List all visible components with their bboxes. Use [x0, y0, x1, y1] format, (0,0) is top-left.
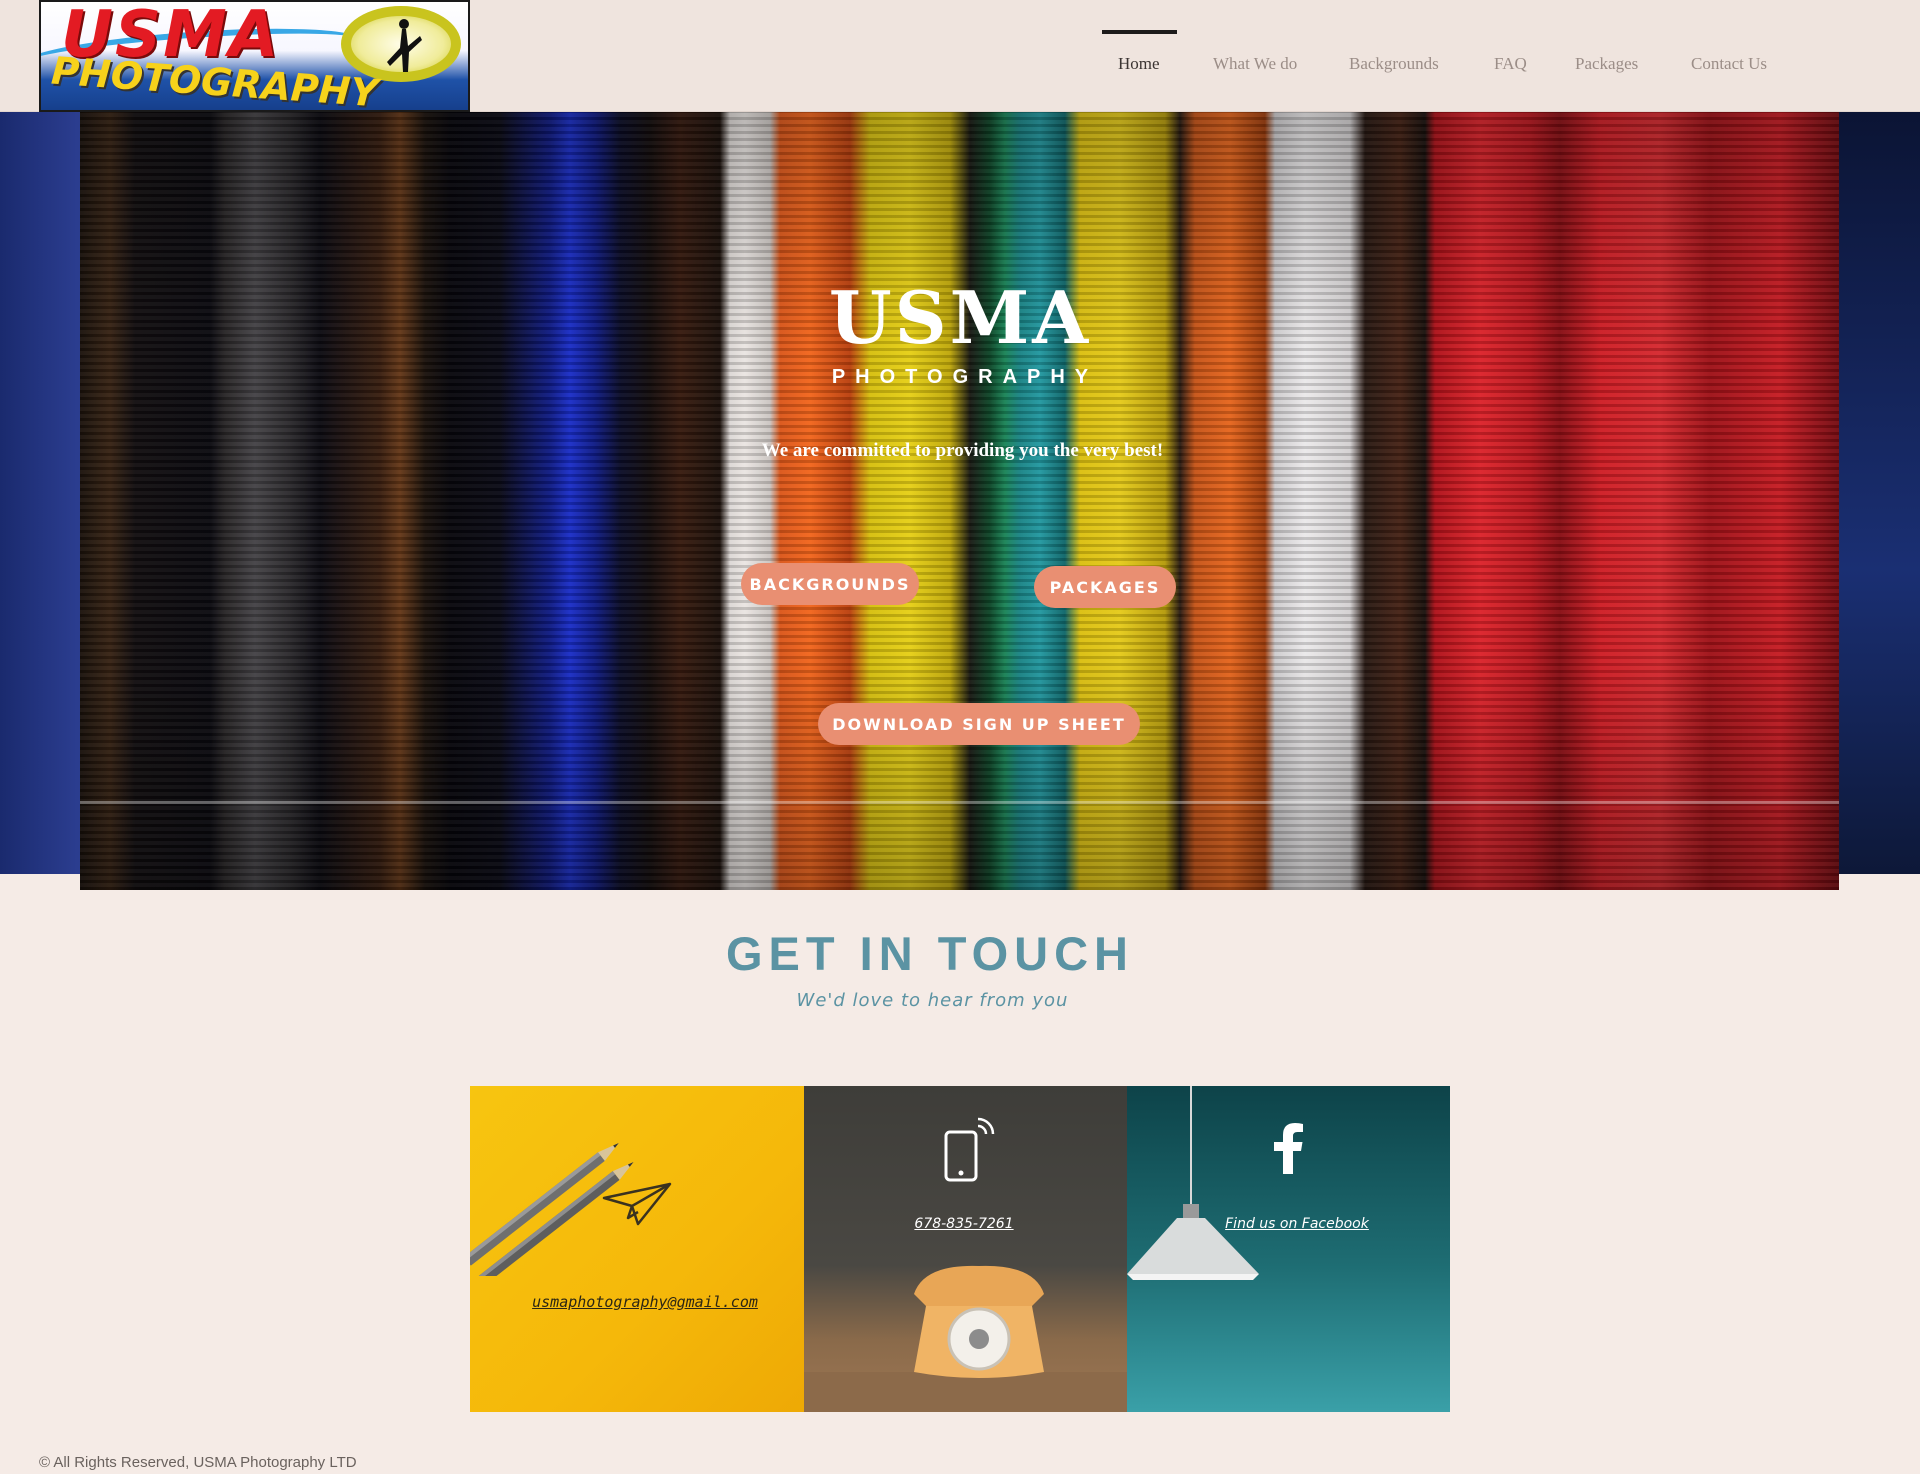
nav-item-backgrounds[interactable]: Backgrounds: [1349, 54, 1439, 74]
footer-copyright: © All Rights Reserved, USMA Photography …: [39, 1454, 357, 1471]
lamp-cord: [1190, 1086, 1192, 1210]
email-panel: usmaphotography@gmail.com: [470, 1086, 804, 1412]
backgrounds-button[interactable]: BACKGROUNDS: [741, 563, 919, 605]
nav-item-what-we-do[interactable]: What We do: [1213, 54, 1297, 74]
contact-subheading: We'd love to hear from you: [796, 990, 1069, 1011]
site-header: USMA PHOTOGRAPHY Home What We do Backgro…: [0, 0, 1920, 112]
rotary-phone-illustration: [914, 1265, 1044, 1378]
paper-plane-icon: [602, 1182, 672, 1226]
hero-image-seam: [80, 801, 1839, 804]
nav-active-indicator: [1102, 30, 1177, 34]
karate-kicker-icon: [387, 19, 422, 72]
facebook-link[interactable]: Find us on Facebook: [1187, 1216, 1407, 1232]
phone-link[interactable]: 678-835-7261: [844, 1216, 1084, 1232]
packages-button[interactable]: PACKAGES: [1034, 566, 1176, 608]
contact-heading: GET IN TOUCH: [726, 927, 1134, 980]
nav-item-packages[interactable]: Packages: [1575, 54, 1638, 74]
nav-item-home[interactable]: Home: [1118, 54, 1160, 74]
email-link[interactable]: usmaphotography@gmail.com: [520, 1293, 770, 1311]
hero-belts-image: [80, 112, 1839, 890]
phone-panel: 678-835-7261: [804, 1086, 1127, 1412]
facebook-panel: Find us on Facebook: [1127, 1086, 1450, 1412]
nav-item-contact-us[interactable]: Contact Us: [1691, 54, 1767, 74]
download-signup-sheet-button[interactable]: DOWNLOAD SIGN UP SHEET: [818, 703, 1140, 745]
hero-tagline: We are committed to providing you the ve…: [761, 440, 1164, 461]
hero-background-space: [1838, 112, 1920, 874]
site-logo[interactable]: USMA PHOTOGRAPHY: [39, 0, 470, 112]
nav-item-faq[interactable]: FAQ: [1494, 54, 1527, 74]
hero-title: USMA: [828, 275, 1092, 360]
facebook-icon[interactable]: [1273, 1122, 1303, 1174]
hero-subtitle: PHOTOGRAPHY: [831, 366, 1099, 388]
smartphone-icon: [944, 1117, 995, 1182]
